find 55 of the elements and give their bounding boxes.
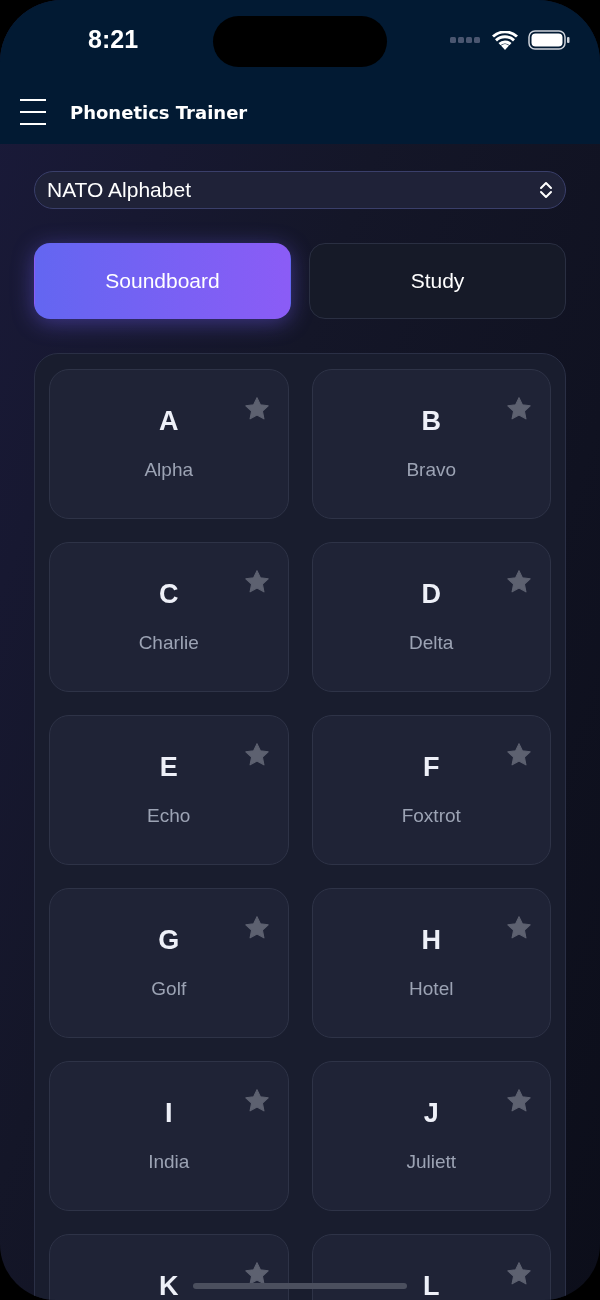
chevron-updown-icon xyxy=(539,181,553,199)
star-icon[interactable] xyxy=(506,396,532,422)
letter-card[interactable]: E Echo xyxy=(49,715,289,865)
codeword-label: Alpha xyxy=(144,459,194,481)
codeword-label: Golf xyxy=(151,978,187,1000)
mode-tab[interactable]: Soundboard xyxy=(34,243,291,319)
star-icon[interactable] xyxy=(243,742,270,768)
status-time: 8:21 xyxy=(88,24,139,54)
wifi-icon xyxy=(492,30,518,50)
letter-card[interactable]: I India xyxy=(49,1061,289,1211)
codeword-label: Juliett xyxy=(406,1151,457,1173)
star-icon[interactable] xyxy=(243,396,270,422)
codeword-label: Delta xyxy=(409,632,454,654)
star-icon[interactable] xyxy=(243,915,270,941)
letter-label: L xyxy=(423,1271,440,1300)
letter-card[interactable]: J Juliett xyxy=(311,1061,551,1211)
letter-card[interactable]: K xyxy=(49,1234,289,1300)
letter-label: C xyxy=(159,579,179,610)
letter-card[interactable]: C Charlie xyxy=(49,542,289,692)
letter-label: B xyxy=(421,406,441,437)
star-icon[interactable] xyxy=(506,569,532,595)
battery-icon xyxy=(528,30,570,50)
codeword-label: Hotel xyxy=(409,978,454,1000)
letter-label: H xyxy=(421,925,441,956)
letter-label: A xyxy=(159,406,179,437)
letter-label: E xyxy=(159,752,178,783)
letter-label: I xyxy=(165,1098,173,1129)
signal-icon xyxy=(450,37,480,43)
star-icon[interactable] xyxy=(506,915,532,941)
codeword-label: Charlie xyxy=(138,632,199,654)
letter-label: J xyxy=(423,1098,439,1129)
letter-label: K xyxy=(159,1271,179,1300)
codeword-label: Bravo xyxy=(406,459,457,481)
codeword-label: Foxtrot xyxy=(401,805,461,827)
star-icon[interactable] xyxy=(506,1261,532,1287)
alphabet-dropdown[interactable]: NATO Alphabet xyxy=(34,171,566,209)
codeword-label: Echo xyxy=(147,805,191,827)
letter-card[interactable]: D Delta xyxy=(311,542,551,692)
letter-label: F xyxy=(423,752,440,783)
letter-card[interactable]: L xyxy=(311,1234,551,1300)
letter-card[interactable]: H Hotel xyxy=(311,888,551,1038)
star-icon[interactable] xyxy=(506,742,532,768)
codeword-label: India xyxy=(148,1151,190,1173)
menu-icon[interactable] xyxy=(20,99,48,125)
mode-tab[interactable]: Study xyxy=(309,243,566,319)
star-icon[interactable] xyxy=(243,1088,270,1114)
letter-label: D xyxy=(421,579,441,610)
app-title: Phonetics Trainer xyxy=(70,101,248,123)
star-icon[interactable] xyxy=(506,1088,532,1114)
letter-label: G xyxy=(158,925,180,956)
star-icon[interactable] xyxy=(243,569,270,595)
letter-card[interactable]: A Alpha xyxy=(49,369,289,519)
letter-card[interactable]: F Foxtrot xyxy=(311,715,551,865)
letter-card[interactable]: G Golf xyxy=(49,888,289,1038)
letter-card[interactable]: B Bravo xyxy=(311,369,551,519)
